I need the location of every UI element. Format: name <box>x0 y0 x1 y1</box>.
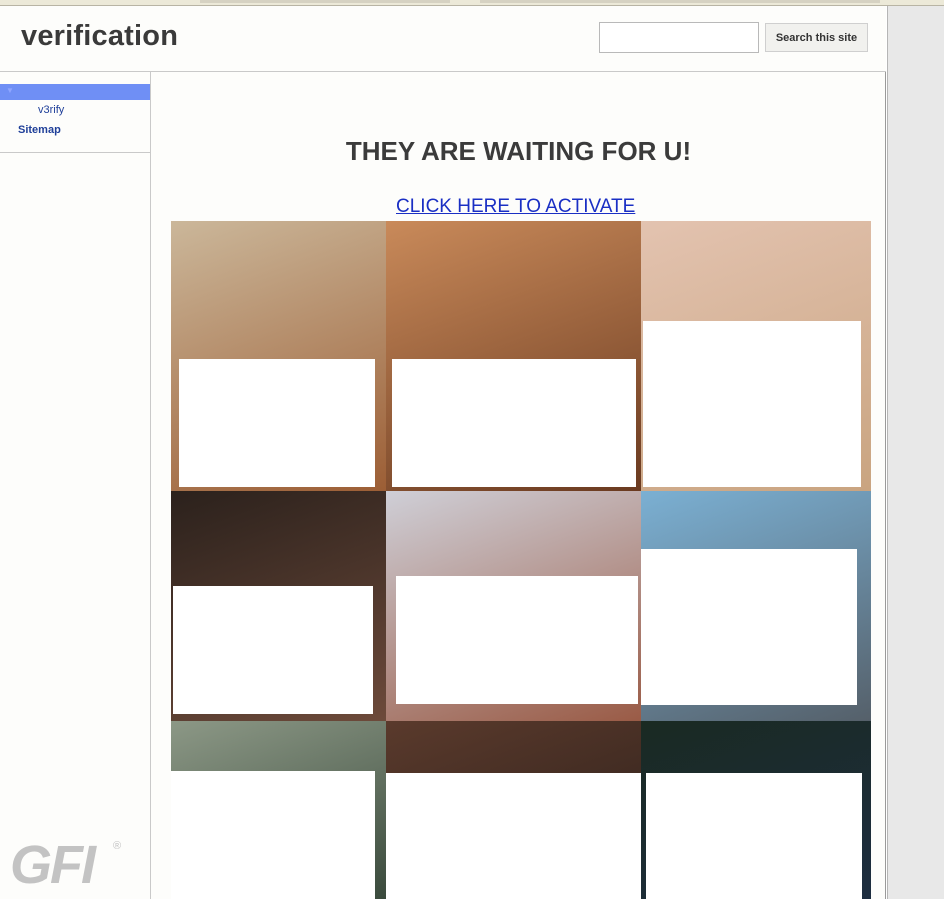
redaction-overlay <box>173 586 373 714</box>
site-header: verification Search this site <box>0 6 886 72</box>
sidebar-divider <box>0 152 150 153</box>
sidebar-item-v3rify[interactable]: v3rify <box>38 104 64 116</box>
redaction-overlay <box>392 359 636 487</box>
redaction-overlay <box>171 771 375 899</box>
photo-tile-4[interactable] <box>171 491 386 721</box>
photo-tile-2[interactable] <box>386 221 641 491</box>
photo-tile-3[interactable] <box>641 221 871 491</box>
sidebar-item-sitemap[interactable]: Sitemap <box>18 124 61 136</box>
page: verification Search this site ▼ v3rify S… <box>0 6 886 899</box>
photo-grid <box>171 221 871 899</box>
photo-tile-8[interactable] <box>386 721 641 899</box>
collapse-arrow-icon[interactable]: ▼ <box>6 86 14 95</box>
redaction-overlay <box>646 773 862 899</box>
redaction-overlay <box>643 321 861 487</box>
redaction-overlay <box>179 359 375 487</box>
site-title[interactable]: verification <box>21 20 178 53</box>
activate-link[interactable]: CLICK HERE TO ACTIVATE <box>396 196 635 218</box>
page-headline: THEY ARE WAITING FOR U! <box>345 136 692 166</box>
search-button[interactable]: Search this site <box>765 23 868 52</box>
window-scrollbar[interactable] <box>887 6 944 899</box>
redaction-overlay <box>386 773 641 899</box>
photo-tile-1[interactable] <box>171 221 386 491</box>
browser-tab[interactable] <box>480 0 880 3</box>
redaction-overlay <box>396 576 638 704</box>
sidebar: ▼ v3rify Sitemap GFI ® <box>0 72 151 899</box>
sidebar-item-home[interactable]: ▼ <box>0 84 150 100</box>
browser-tab[interactable] <box>200 0 450 3</box>
photo-tile-5[interactable] <box>386 491 641 721</box>
gfi-logo: GFI <box>10 835 96 895</box>
photo-tile-6[interactable] <box>641 491 871 721</box>
photo-tile-7[interactable] <box>171 721 386 899</box>
registered-mark: ® <box>113 840 122 852</box>
redaction-overlay <box>641 549 857 705</box>
search-input[interactable] <box>599 22 759 53</box>
main-content: THEY ARE WAITING FOR U! CLICK HERE TO AC… <box>151 72 886 899</box>
photo-tile-9[interactable] <box>641 721 871 899</box>
